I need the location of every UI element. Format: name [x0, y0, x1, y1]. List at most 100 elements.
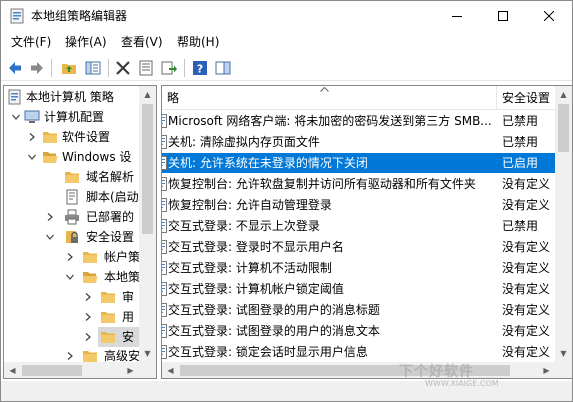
column-header-security-setting[interactable]: 安全设置	[497, 86, 555, 110]
chevron-down-icon	[46, 234, 54, 240]
menu-view[interactable]: 查看(V)	[119, 34, 165, 50]
forward-arrow-icon	[31, 62, 43, 74]
export-list-button[interactable]	[159, 58, 179, 78]
close-icon	[544, 11, 554, 21]
list-scroll-thumb[interactable]	[558, 104, 569, 152]
policy-name: 交互式登录: 锁定会话时显示用户信息	[168, 345, 368, 359]
list-item[interactable]: 交互式登录: 试图登录的用户的消息文本 没有定义	[162, 321, 555, 341]
policy-name: 恢复控制台: 允许自动管理登录	[168, 198, 332, 212]
tree-item-account-policies[interactable]: 帐户策	[4, 247, 141, 267]
tree-hscroll-thumb[interactable]	[22, 365, 82, 376]
tree-item-label: Windows 设	[62, 150, 132, 164]
sort-ascending-icon	[320, 87, 329, 92]
tree-vertical-scrollbar[interactable]: ▲ ▼	[139, 86, 156, 362]
column-header-label: 安全设置	[502, 91, 551, 105]
tree-item-deployed-printers[interactable]: 已部署的	[4, 207, 141, 227]
scroll-down-icon[interactable]: ▼	[555, 345, 572, 362]
scroll-right-icon[interactable]: ▶	[538, 362, 555, 378]
list-item[interactable]: Microsoft 网络客户端: 将未加密的密码发送到第三方 SMB... 已禁…	[162, 111, 555, 131]
delete-button[interactable]	[113, 58, 133, 78]
tree-item-label: 域名解析	[86, 170, 135, 184]
security-lock-icon	[66, 231, 78, 243]
scroll-down-icon[interactable]: ▼	[139, 345, 156, 362]
chevron-right-icon	[85, 293, 91, 301]
policy-name: 关机: 清除虚拟内存页面文件	[168, 135, 320, 149]
chevron-down-icon	[12, 114, 20, 120]
list-item[interactable]: 恢复控制台: 允许软盘复制并访问所有驱动器和所有文件夹 没有定义	[162, 174, 555, 194]
list-header: 略 安全设置	[162, 86, 555, 110]
tree-item-audit-policy[interactable]: 审	[4, 287, 141, 307]
policy-list[interactable]: 略 安全设置 Microsoft 网络客户端: 将未加密的密码发送到第三方 SM…	[161, 85, 572, 379]
tree-item-label: 用	[122, 310, 135, 324]
up-one-level-button[interactable]	[59, 58, 79, 78]
list-item[interactable]: 交互式登录: 试图登录的用户的消息标题 没有定义	[162, 300, 555, 320]
policy-value: 没有定义	[502, 177, 551, 191]
tree-item-security-options[interactable]: 安	[85, 327, 141, 347]
policy-name: 交互式登录: 计算机帐户锁定阈值	[168, 282, 344, 296]
properties-button[interactable]	[136, 58, 156, 78]
tree-item-windows-settings[interactable]: Windows 设	[4, 147, 141, 167]
back-arrow-icon	[9, 62, 21, 74]
chevron-down-icon	[66, 274, 74, 280]
help-button[interactable]: ?	[190, 58, 210, 78]
folder-icon	[65, 172, 79, 183]
maximize-icon	[498, 11, 508, 21]
tree-item-computer-config[interactable]: 计算机配置	[4, 107, 141, 127]
policy-value: 没有定义	[502, 198, 551, 212]
chevron-right-icon	[67, 253, 73, 261]
tree-item-local-computer-policy[interactable]: 本地计算机 策略	[4, 87, 141, 107]
column-header-policy[interactable]: 略	[162, 86, 496, 110]
policy-value: 没有定义	[502, 240, 551, 254]
chevron-right-icon	[85, 313, 91, 321]
export-icon	[161, 61, 177, 75]
minimize-button[interactable]	[434, 1, 480, 31]
list-item[interactable]: 关机: 清除虚拟内存页面文件 已禁用	[162, 132, 555, 152]
scroll-up-icon[interactable]: ▲	[139, 86, 156, 103]
tree-item-local-policies[interactable]: 本地策	[4, 267, 141, 287]
list-item[interactable]: 交互式登录: 不显示上次登录 已禁用	[162, 216, 555, 236]
list-item[interactable]: 交互式登录: 计算机不活动限制 没有定义	[162, 258, 555, 278]
list-item[interactable]: 交互式登录: 锁定会话时显示用户信息 没有定义	[162, 342, 555, 362]
tree-item-label: 本地计算机 策略	[26, 90, 114, 104]
chevron-right-icon	[29, 133, 35, 141]
svg-text:?: ?	[197, 63, 203, 76]
tree-item-name-resolution[interactable]: 域名解析	[4, 167, 141, 187]
tree-item-user-rights[interactable]: 用	[4, 307, 141, 327]
tree-scroll-thumb[interactable]	[142, 104, 153, 234]
toolbar-separator	[51, 59, 52, 77]
window-title: 本地组策略编辑器	[31, 9, 128, 23]
chevron-right-icon	[47, 213, 53, 221]
tree-horizontal-scrollbar[interactable]: ◀ ▶	[4, 362, 156, 378]
menu-action[interactable]: 操作(A)	[63, 34, 109, 50]
scroll-right-icon[interactable]: ▶	[122, 362, 139, 378]
maximize-button[interactable]	[480, 1, 526, 31]
policy-name: 关机: 允许系统在未登录的情况下关闭	[168, 156, 368, 170]
list-item[interactable]: 恢复控制台: 允许自动管理登录 没有定义	[162, 195, 555, 215]
show-tree-icon	[85, 61, 101, 75]
show-action-pane-button[interactable]	[213, 58, 233, 78]
scroll-up-icon[interactable]: ▲	[555, 86, 572, 103]
chevron-right-icon	[67, 352, 73, 360]
close-button[interactable]	[526, 1, 572, 31]
list-horizontal-scrollbar[interactable]: ◀ ▶	[162, 362, 572, 378]
list-item[interactable]: 交互式登录: 登录时不显示用户名 没有定义	[162, 237, 555, 257]
tree-item-security-settings[interactable]: 安全设置	[4, 227, 141, 247]
scroll-left-icon[interactable]: ◀	[4, 362, 21, 378]
tree-item-software-settings[interactable]: 软件设置	[4, 127, 141, 147]
tree-item-scripts[interactable]: 脚本(启动	[4, 187, 141, 207]
list-vertical-scrollbar[interactable]: ▲ ▼	[555, 86, 572, 362]
scroll-left-icon[interactable]: ◀	[162, 362, 179, 378]
column-header-label: 略	[167, 91, 180, 105]
console-tree[interactable]: 本地计算机 策略 计算机配置 软件设置 Windows 设 域名解析 脚本(启动…	[3, 85, 157, 379]
policy-value: 没有定义	[502, 261, 551, 275]
policy-value: 没有定义	[502, 345, 551, 359]
back-button[interactable]	[5, 58, 25, 78]
list-item[interactable]: 交互式登录: 计算机帐户锁定阈值 没有定义	[162, 279, 555, 299]
show-hide-tree-button[interactable]	[83, 58, 103, 78]
menu-help[interactable]: 帮助(H)	[175, 34, 221, 50]
forward-button[interactable]	[27, 58, 47, 78]
menu-file[interactable]: 文件(F)	[9, 34, 53, 50]
title-bar[interactable]: 本地组策略编辑器	[1, 1, 572, 31]
show-panel-icon	[215, 61, 231, 75]
list-item-selected[interactable]: 关机: 允许系统在未登录的情况下关闭 已启用	[162, 153, 555, 173]
